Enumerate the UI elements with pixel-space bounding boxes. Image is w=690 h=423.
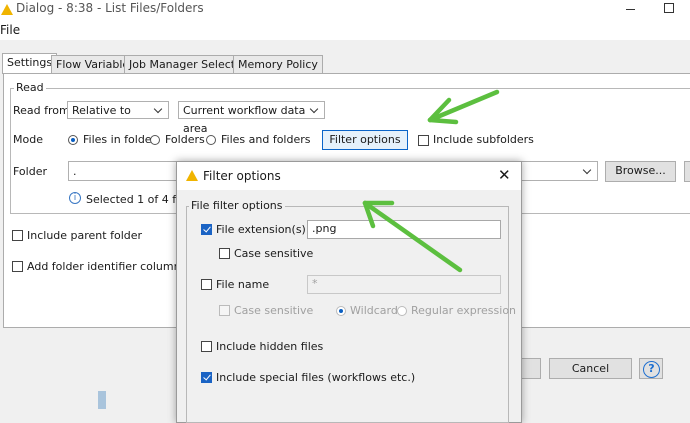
annotation-arrow-file-extension	[362, 200, 463, 273]
annotation-arrows	[362, 89, 500, 273]
annotation-arrow-filter-options	[427, 89, 500, 125]
